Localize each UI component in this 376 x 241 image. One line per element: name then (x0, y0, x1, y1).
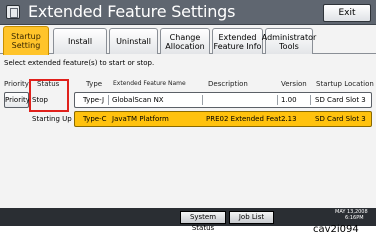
job-list-button[interactable]: Job List (229, 211, 274, 224)
tab-extended-feature-info[interactable]: Extended Feature Info (212, 28, 263, 54)
system-status-button[interactable]: System Status (180, 211, 226, 232)
tab-label: Install (67, 37, 93, 46)
cell-divider (277, 95, 278, 105)
tab-label: Setting (11, 41, 41, 50)
tab-administrator-tools[interactable]: Administrator Tools (262, 28, 316, 54)
row-feature-name: GlobalScan NX (112, 96, 164, 104)
tab-startup-setting[interactable]: Startup Setting (3, 26, 49, 55)
tab-bar: Startup Setting Install Uninstall Change A… (0, 25, 376, 55)
time-text: 6:16PM (345, 215, 364, 221)
row-version: 2.13 (281, 115, 297, 123)
title-bar: Extended Feature Settings Exit (0, 0, 376, 25)
tab-install[interactable]: Install (53, 28, 107, 54)
row-version: 1.00 (281, 96, 297, 104)
tab-uninstall[interactable]: Uninstall (109, 28, 158, 54)
row-feature-name: JavaTM Platform (112, 115, 169, 123)
column-header-version: Version (281, 80, 307, 88)
tab-label: Extended (218, 32, 257, 42)
column-header-location: Startup Location (316, 80, 374, 88)
column-header-name: Extended Feature Name (113, 80, 186, 87)
row-status: Starting Up (32, 115, 72, 123)
tab-label: Startup (11, 32, 41, 41)
tab-label: Uninstall (116, 37, 151, 46)
priority-button[interactable]: Priority (4, 92, 30, 108)
figure-caption: cav2i094 (313, 224, 359, 235)
tab-label: Administrator (261, 32, 317, 42)
date-time: MAY 13,2008 6:16PM (335, 209, 368, 221)
cell-divider (108, 95, 109, 105)
tab-label: Allocation (165, 41, 205, 51)
window-title: Extended Feature Settings (28, 2, 236, 21)
status-highlight-box (29, 79, 69, 112)
exit-button[interactable]: Exit (323, 4, 371, 22)
column-header-description: Description (208, 80, 248, 88)
row-description: PRE02 Extended Feat... (206, 115, 288, 123)
panel-screen: Extended Feature Settings Exit Startup Se… (0, 0, 376, 210)
column-header-priority: Priority (4, 80, 29, 88)
table-row[interactable]: Type-C JavaTM Platform PRE02 Extended Fe… (74, 111, 372, 127)
cell-divider (310, 95, 311, 105)
cell-divider (202, 95, 203, 105)
document-icon (6, 5, 20, 19)
tab-label: Feature Info (213, 41, 262, 51)
row-type: Type-J (83, 96, 105, 104)
column-header-type: Type (86, 80, 103, 88)
row-type: Type-C (83, 115, 107, 123)
instruction-text: Select extended feature(s) to start or s… (4, 59, 155, 67)
tab-label: Tools (279, 41, 299, 51)
tab-change-allocation[interactable]: Change Allocation (160, 28, 210, 54)
table-row[interactable]: Type-J GlobalScan NX 1.00 SD Card Slot 3 (74, 92, 372, 108)
tab-label: Change (169, 32, 201, 42)
row-location: SD Card Slot 3 (315, 115, 366, 123)
row-location: SD Card Slot 3 (315, 96, 366, 104)
